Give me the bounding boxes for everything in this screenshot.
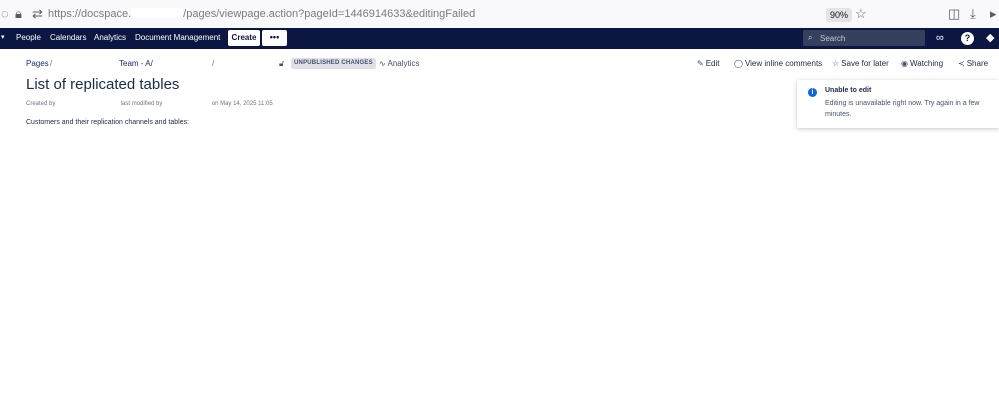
save-for-later-button[interactable]: ☆ Save for later [832,59,889,68]
view-inline-comments-button[interactable]: ◯ View inline comments [734,59,822,68]
help-icon[interactable]: ? [961,32,974,45]
pencil-icon: ✎ [697,59,704,68]
page-byline: Created by last modified by on May 14, 2… [26,97,273,107]
create-button[interactable]: Create [228,30,260,46]
top-navigation: ▾ People Calendars Analytics Document Ma… [0,28,999,49]
redacted-mask [57,97,120,105]
nav-item-analytics[interactable]: Analytics [94,33,126,42]
unlock-icon[interactable]: 🔓︎ [279,59,284,69]
watching-button[interactable]: ◉ Watching [901,59,943,68]
permissions-icon[interactable]: ⇄ [32,7,43,21]
more-button[interactable]: ••• [262,30,287,46]
edit-label: Edit [705,59,720,68]
nav-item-people[interactable]: People [16,33,41,42]
last-modified-label: last modified by [120,101,163,107]
created-by-label: Created by [26,101,56,107]
url-field[interactable]: https://docspace. /pages/viewpage.action?… [48,8,475,20]
share-button[interactable]: ≺ Share [958,59,988,68]
search-input[interactable]: ⌕ Search [803,30,925,46]
watching-label: Watching [909,59,944,68]
unable-to-edit-flag: i Unable to edit Editing is unavailable … [797,80,999,128]
breadcrumb-pages[interactable]: Pages [26,59,49,68]
flag-body: Editing is unavailable right now. Try ag… [825,100,980,118]
star-icon[interactable]: ☆ [855,7,867,21]
shield-icon[interactable]: ◌ [1,7,9,21]
breadcrumb-separator-2: / [212,59,215,68]
eye-icon: ◉ [901,59,908,68]
save-label: Save for later [841,59,889,68]
pocket-icon[interactable]: ◫ [948,7,960,21]
breadcrumb-space[interactable]: Team - A/ [119,59,153,68]
edit-button[interactable]: ✎ Edit [697,59,720,68]
comment-icon: ◯ [734,59,743,68]
extensions-icon[interactable]: ▸ [990,7,997,21]
redacted-mask [164,97,211,105]
comments-label: View inline comments [744,59,823,68]
search-icon: ⌕ [808,33,813,42]
breadcrumb-separator: / [50,59,53,68]
analytics-label: Analytics [387,59,420,68]
lock-icon[interactable]: 🔒︎ [15,7,22,21]
analytics-icon: ∿ [379,59,386,68]
search-placeholder: Search [820,34,846,43]
flag-title: Unable to edit [825,87,872,94]
zoom-level[interactable]: 90% [826,8,853,22]
url-path: /pages/viewpage.action?pageId=1446914633… [183,8,476,20]
notifications-icon[interactable]: ◆ [986,32,994,44]
info-icon: i [808,88,817,97]
analytics-link[interactable]: ∿ Analytics [379,59,420,68]
share-icon: ≺ [958,59,965,68]
share-label: Share [966,59,989,68]
modified-date: on May 14, 2025 11:05 [211,101,273,107]
chevron-down-icon[interactable]: ▾ [1,33,5,41]
star-outline-icon: ☆ [832,59,840,68]
unpublished-badge: UNPUBLISHED CHANGES [291,58,376,69]
page-body-paragraph: Customers and their replication channels… [26,119,190,126]
nav-item-document-management[interactable]: Document Management [135,33,220,42]
binoculars-icon[interactable]: ∞ [936,32,944,44]
nav-item-calendars[interactable]: Calendars [50,33,86,42]
redacted-mask [131,8,184,18]
url-host: https://docspace. [48,8,132,20]
download-icon[interactable]: ⤓ [970,7,976,21]
page-title: List of replicated tables [26,76,180,93]
browser-toolbar: ◌ 🔒︎ ⇄ https://docspace. /pages/viewpage.… [0,0,999,29]
